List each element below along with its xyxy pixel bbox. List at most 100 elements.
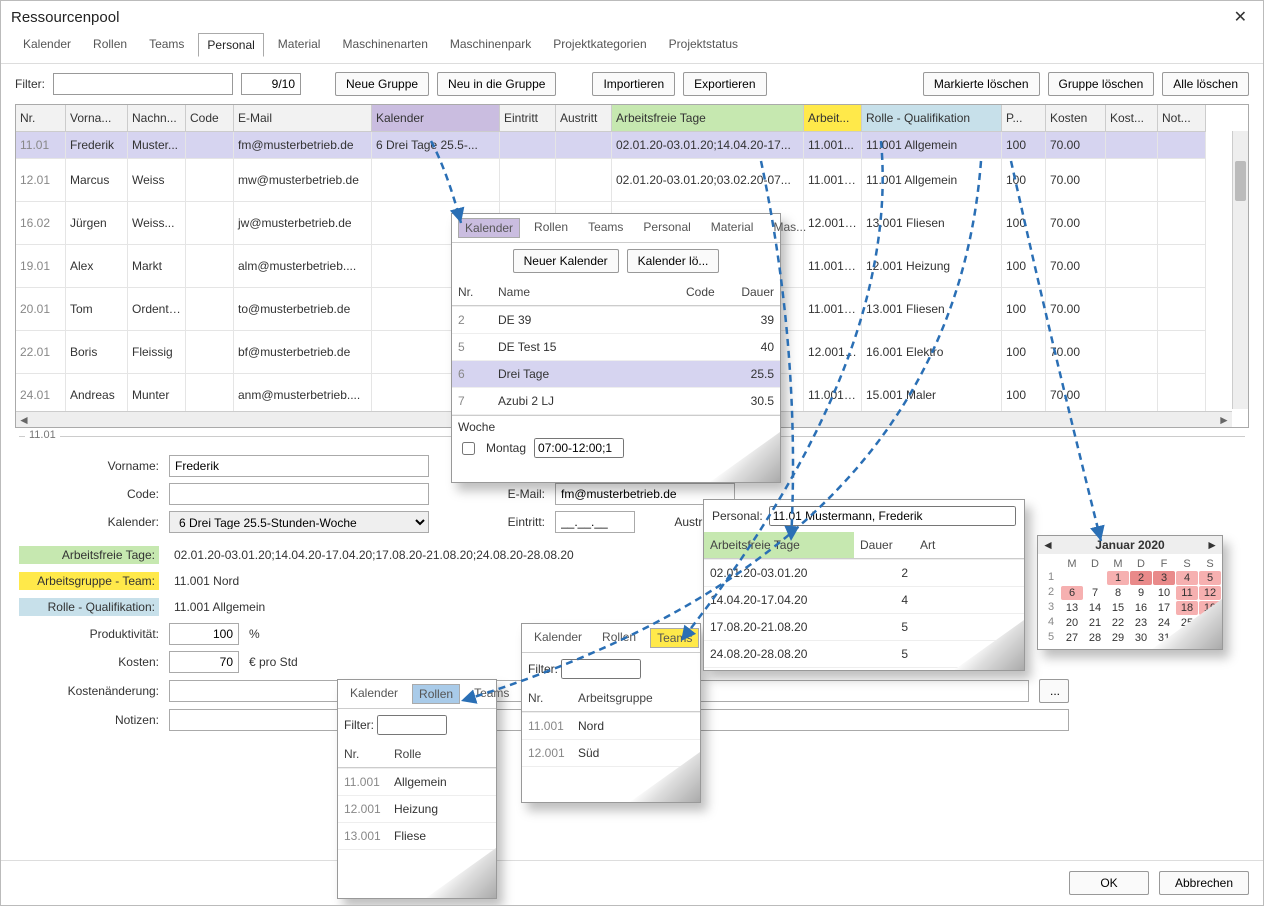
code-input[interactable] [169, 483, 429, 505]
rollen-row[interactable]: 11.001Allgemein [338, 769, 496, 796]
cal-day[interactable]: 2 [1130, 571, 1152, 585]
popup-teams-tab-teams[interactable]: Teams [650, 628, 699, 648]
table-row[interactable]: 12.01MarcusWeissmw@musterbetrieb.de02.01… [16, 159, 1248, 202]
grid-header-5[interactable]: Kalender [372, 105, 500, 132]
teams-row[interactable]: 12.001Süd [522, 740, 700, 767]
cal-prev-icon[interactable]: ◄ [1042, 538, 1054, 552]
close-icon[interactable]: ✕ [1228, 5, 1253, 29]
popup-rollen-tab-kalender[interactable]: Kalender [344, 684, 404, 704]
cal-day[interactable]: 6 [1061, 586, 1083, 600]
popup-rollen-tab-rollen[interactable]: Rollen [412, 684, 460, 704]
tab-material[interactable]: Material [270, 33, 329, 57]
alle-loeschen-button[interactable]: Alle löschen [1162, 72, 1249, 96]
cal-day[interactable]: 13 [1061, 601, 1083, 615]
rollen-row[interactable]: 12.001Heizung [338, 796, 496, 823]
teams-row[interactable]: 11.001Nord [522, 713, 700, 740]
cal-day[interactable]: 14 [1084, 601, 1106, 615]
cal-day[interactable]: 12 [1199, 586, 1221, 600]
popup-kalender-tab-personal[interactable]: Personal [637, 218, 696, 238]
tab-projektstatus[interactable]: Projektstatus [661, 33, 746, 57]
cal-day[interactable]: 5 [1199, 571, 1221, 585]
cal-day[interactable]: 23 [1130, 616, 1152, 630]
grid-header-6[interactable]: Eintritt [500, 105, 556, 132]
scroll-right-icon[interactable]: ► [1216, 413, 1232, 427]
cal-day[interactable]: 28 [1084, 631, 1106, 645]
cal-day[interactable] [1084, 571, 1106, 585]
popup-teams-tab-rollen[interactable]: Rollen [596, 628, 642, 648]
kalender-select[interactable]: 6 Drei Tage 25.5-Stunden-Woche [169, 511, 429, 533]
kostenaenderung-more-button[interactable]: ... [1039, 679, 1069, 703]
grid-header-10[interactable]: Rolle - Qualifikation [862, 105, 1002, 132]
tab-projektkategorien[interactable]: Projektkategorien [545, 33, 654, 57]
grid-header-2[interactable]: Nachn... [128, 105, 186, 132]
grid-header-1[interactable]: Vorna... [66, 105, 128, 132]
ok-button[interactable]: OK [1069, 871, 1149, 895]
grid-header-3[interactable]: Code [186, 105, 234, 132]
cal-day[interactable]: 15 [1107, 601, 1129, 615]
cal-day[interactable]: 8 [1107, 586, 1129, 600]
zeit-input[interactable] [534, 438, 624, 458]
tab-kalender[interactable]: Kalender [15, 33, 79, 57]
cal-day[interactable] [1061, 571, 1083, 585]
kalender-loeschen-button[interactable]: Kalender lö... [627, 249, 720, 273]
grid-header-0[interactable]: Nr. [16, 105, 66, 132]
prod-input[interactable] [169, 623, 239, 645]
popup-kalender-tab-rollen[interactable]: Rollen [528, 218, 574, 238]
grid-header-11[interactable]: P... [1002, 105, 1046, 132]
tab-maschinenarten[interactable]: Maschinenarten [334, 33, 435, 57]
freitage-personal-input[interactable] [769, 506, 1016, 526]
grid-header-12[interactable]: Kosten [1046, 105, 1106, 132]
tab-personal[interactable]: Personal [198, 33, 263, 57]
kalender-row[interactable]: 5DE Test 1540 [452, 334, 780, 361]
grid-header-4[interactable]: E-Mail [234, 105, 372, 132]
kalender-row[interactable]: 6Drei Tage25.5 [452, 361, 780, 388]
importieren-button[interactable]: Importieren [592, 72, 675, 96]
grid-header-8[interactable]: Arbeitsfreie Tage [612, 105, 804, 132]
cal-day[interactable]: 3 [1153, 571, 1175, 585]
cal-day[interactable]: 20 [1061, 616, 1083, 630]
filter-input[interactable] [53, 73, 233, 95]
cal-day[interactable]: 16 [1130, 601, 1152, 615]
teams-filter-input[interactable] [561, 659, 641, 679]
cal-day[interactable]: 29 [1107, 631, 1129, 645]
tab-teams[interactable]: Teams [141, 33, 192, 57]
popup-kalender-tab-teams[interactable]: Teams [582, 218, 629, 238]
cal-day[interactable]: 9 [1130, 586, 1152, 600]
rollen-filter-input[interactable] [377, 715, 447, 735]
cal-day[interactable]: 18 [1176, 601, 1198, 615]
grid-header-9[interactable]: Arbeit... [804, 105, 862, 132]
tab-rollen[interactable]: Rollen [85, 33, 135, 57]
cancel-button[interactable]: Abbrechen [1159, 871, 1249, 895]
neuer-kalender-button[interactable]: Neuer Kalender [513, 249, 619, 273]
markierte-loeschen-button[interactable]: Markierte löschen [923, 72, 1040, 96]
grid-header-13[interactable]: Kost... [1106, 105, 1158, 132]
cal-day[interactable]: 27 [1061, 631, 1083, 645]
cal-day[interactable]: 7 [1084, 586, 1106, 600]
kosten-input[interactable] [169, 651, 239, 673]
popup-teams-tab-kalender[interactable]: Kalender [528, 628, 588, 648]
cal-next-icon[interactable]: ► [1206, 538, 1218, 552]
counter-input[interactable] [241, 73, 301, 95]
cal-day[interactable]: 30 [1130, 631, 1152, 645]
cal-day[interactable]: 22 [1107, 616, 1129, 630]
vorname-input[interactable] [169, 455, 429, 477]
cal-day[interactable]: 17 [1153, 601, 1175, 615]
popup-kalender-tab-kalender[interactable]: Kalender [458, 218, 520, 238]
cal-day[interactable]: 1 [1107, 571, 1129, 585]
gruppe-loeschen-button[interactable]: Gruppe löschen [1048, 72, 1155, 96]
montag-checkbox[interactable] [462, 442, 475, 455]
table-row[interactable]: 11.01FrederikMuster...fm@musterbetrieb.d… [16, 132, 1248, 159]
scroll-left-icon[interactable]: ◄ [16, 413, 32, 427]
popup-rollen-tab-teams[interactable]: Teams [468, 684, 515, 704]
vertical-scrollbar[interactable] [1232, 131, 1248, 409]
cal-day[interactable]: 4 [1176, 571, 1198, 585]
freitage-row[interactable]: 14.04.20-17.04.204 [704, 587, 1024, 614]
kalender-row[interactable]: 2DE 3939 [452, 307, 780, 334]
exportieren-button[interactable]: Exportieren [683, 72, 766, 96]
popup-kalender-tab-material[interactable]: Material [705, 218, 760, 238]
cal-day[interactable]: 24 [1153, 616, 1175, 630]
cal-day[interactable]: 11 [1176, 586, 1198, 600]
rollen-row[interactable]: 13.001Fliese [338, 823, 496, 850]
grid-header-7[interactable]: Austritt [556, 105, 612, 132]
tab-maschinenpark[interactable]: Maschinenpark [442, 33, 539, 57]
